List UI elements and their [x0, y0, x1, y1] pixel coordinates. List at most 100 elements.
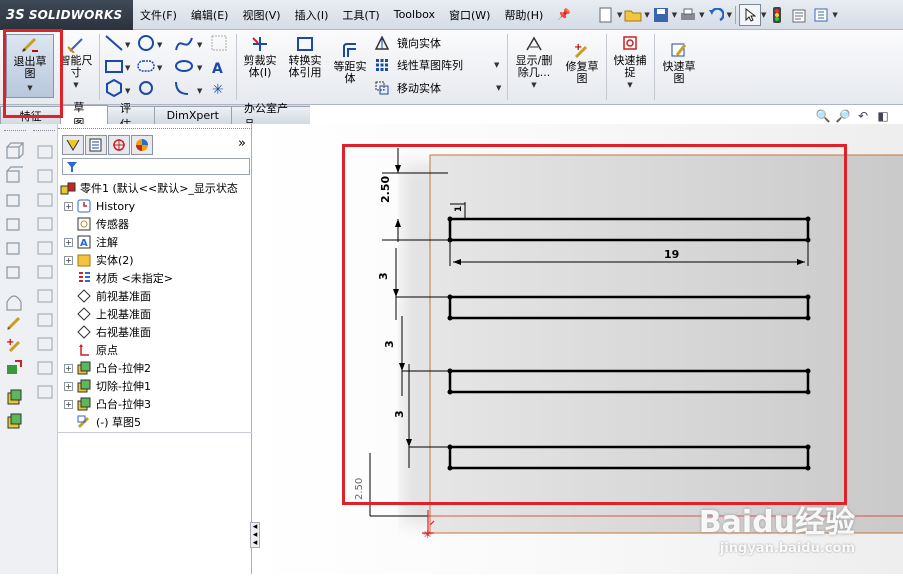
section-view-icon[interactable]: ◧: [875, 108, 891, 124]
display-manager-tab-icon[interactable]: [131, 135, 153, 155]
cut-extrude-icon: [76, 379, 92, 394]
tree-root-part[interactable]: 零件1 (默认<<默认>_显示状态: [60, 179, 238, 197]
highlight-sketch-area: [342, 144, 847, 505]
convert-entities-button[interactable]: 转换实 体引用: [283, 34, 327, 79]
zoom-to-fit-icon[interactable]: 🔍: [815, 108, 831, 124]
chevron-down-icon[interactable]: ▼: [531, 79, 536, 91]
new-document-icon[interactable]: [595, 4, 617, 26]
expand-panel-button[interactable]: »: [238, 136, 246, 151]
select-arrow-icon[interactable]: [738, 3, 761, 26]
expand-toggle-icon[interactable]: +: [64, 201, 73, 211]
configuration-manager-tab-icon[interactable]: [108, 135, 130, 155]
repair-sketch-button[interactable]: + 修复草 图: [560, 40, 604, 85]
tab-office-products[interactable]: 办公室产品: [230, 102, 311, 131]
save-icon[interactable]: [650, 4, 672, 26]
chevron-down-icon[interactable]: ▼: [73, 79, 78, 91]
print-icon[interactable]: [677, 4, 699, 26]
feature-tool-column-icons[interactable]: [4, 142, 24, 322]
chevron-down-icon[interactable]: ▼: [494, 61, 499, 69]
menu-window[interactable]: 窗口(W): [442, 7, 497, 23]
open-folder-icon[interactable]: [622, 4, 644, 26]
svg-text:▼: ▼: [197, 87, 203, 95]
move-entities-button[interactable]: 移动实体 ▼: [374, 80, 501, 96]
tree-item-solid-bodies[interactable]: + 实体(2): [64, 251, 134, 269]
grip-handle[interactable]: [58, 128, 252, 130]
relations-icon: [523, 34, 545, 54]
panel-splitter[interactable]: [58, 432, 252, 433]
chevron-down-icon[interactable]: ▼: [727, 11, 732, 19]
tree-item-front-plane[interactable]: 前视基准面: [64, 287, 151, 305]
display-delete-relations-button[interactable]: 显示/删 除几... ▼: [510, 34, 558, 91]
tree-item-boss-extrude3[interactable]: + 凸台-拉伸3: [64, 395, 151, 413]
svg-text:+: +: [574, 42, 582, 53]
chevron-down-icon[interactable]: ▼: [627, 79, 632, 91]
undo-icon[interactable]: [705, 4, 727, 26]
expand-toggle-icon[interactable]: +: [64, 255, 73, 265]
menu-bar: 文件(F) 编辑(E) 视图(V) 插入(I) 工具(T) Toolbox 窗口…: [133, 0, 595, 30]
tree-item-top-plane[interactable]: 上视基准面: [64, 305, 151, 323]
tree-item-right-plane[interactable]: 右视基准面: [64, 323, 151, 341]
menu-tools[interactable]: 工具(T): [335, 7, 386, 23]
property-manager-tab-icon[interactable]: [85, 135, 107, 155]
sketch-pencil-icon[interactable]: [5, 314, 23, 332]
rebuild-traffic-light-icon[interactable]: [766, 4, 788, 26]
panel-collapse-handle[interactable]: ◂ ◂ ◂: [250, 522, 260, 548]
tree-item-sketch5[interactable]: (-) 草图5: [64, 413, 141, 431]
menu-toolbox[interactable]: Toolbox: [387, 8, 442, 21]
feature-manager-panel: » 零件1 (默认<<默认>_显示状态 + History 传感器 + A 注解 + 实体(2…: [58, 124, 252, 574]
extrude-icon[interactable]: [5, 388, 23, 406]
linear-pattern-button[interactable]: 线性草图阵列 ▼: [374, 57, 499, 73]
quick-snaps-label: 快速捕 捉: [613, 54, 647, 79]
tab-evaluate[interactable]: 评估: [106, 102, 155, 131]
tree-item-boss-extrude2[interactable]: + 凸台-拉伸2: [64, 359, 151, 377]
svg-text:✳: ✳: [212, 82, 224, 98]
expand-toggle-icon[interactable]: +: [64, 381, 73, 391]
options-icon[interactable]: [810, 4, 832, 26]
chevron-down-icon[interactable]: ▼: [832, 11, 837, 19]
menu-edit[interactable]: 编辑(E): [184, 7, 236, 23]
sketch-tool-column-icons[interactable]: [36, 142, 56, 402]
mirror-entities-button[interactable]: 镜向实体: [374, 35, 441, 51]
tree-item-material[interactable]: 材质 <未指定>: [64, 269, 173, 287]
menu-help[interactable]: 帮助(H): [497, 7, 550, 23]
tree-root-label: 零件1 (默认<<默认>_显示状态: [80, 182, 238, 195]
expand-toggle-icon[interactable]: +: [64, 399, 73, 409]
mirror-label: 镜向实体: [397, 37, 441, 50]
menu-insert[interactable]: 插入(I): [288, 7, 336, 23]
smart-dimension-label: 智能尺 寸: [59, 54, 93, 79]
previous-view-icon[interactable]: ↶: [855, 108, 871, 124]
extrude-cut-icon[interactable]: [5, 412, 23, 430]
trim-entities-button[interactable]: 剪裁实 体(I): [238, 34, 282, 79]
tab-sketch[interactable]: 草图: [60, 101, 108, 130]
watermark-sub: jingyan.baidu.com: [719, 541, 855, 556]
filter-input[interactable]: [62, 158, 250, 175]
feature-tree-tab-icon[interactable]: [62, 135, 84, 155]
quick-snaps-button[interactable]: 快速捕 捉 ▼: [608, 34, 652, 91]
expand-toggle-icon[interactable]: +: [64, 237, 73, 247]
solidworks-logo[interactable]: 3S SOLIDWORKS: [6, 4, 128, 26]
grip-handle[interactable]: [33, 130, 55, 132]
menu-view[interactable]: 视图(V): [235, 7, 287, 23]
pin-icon[interactable]: 📌: [550, 8, 578, 21]
zoom-to-area-icon[interactable]: 🔎: [835, 108, 851, 124]
file-properties-icon[interactable]: [788, 4, 810, 26]
chevron-down-icon[interactable]: ▼: [496, 84, 501, 92]
rapid-sketch-button[interactable]: 快速草 图: [657, 40, 701, 85]
tree-item-origin[interactable]: 原点: [64, 341, 118, 359]
tree-item-history[interactable]: + History: [64, 197, 135, 215]
tree-item-sensors[interactable]: 传感器: [64, 215, 129, 233]
expand-toggle-icon[interactable]: +: [64, 363, 73, 373]
quick-access-toolbar: ▼ ▼ ▼ ▼ ▼ ▼ ▼: [595, 0, 903, 30]
origin-star-icon: ✳: [423, 528, 432, 541]
move-label: 移动实体: [397, 82, 441, 95]
repair-icon[interactable]: +: [5, 336, 23, 354]
offset-entities-button[interactable]: 等距实 体: [328, 40, 372, 85]
menu-file[interactable]: 文件(F): [133, 7, 184, 23]
tree-item-annotations[interactable]: + A 注解: [64, 233, 118, 251]
tree-item-label: (-) 草图5: [96, 416, 142, 429]
tab-dimxpert[interactable]: DimXpert: [153, 106, 232, 124]
tree-item-cut-extrude1[interactable]: + 切除-拉伸1: [64, 377, 151, 395]
grip-handle[interactable]: [4, 130, 26, 132]
fm-tab-strip: [62, 135, 153, 155]
relations-tool-icon[interactable]: [5, 358, 23, 376]
